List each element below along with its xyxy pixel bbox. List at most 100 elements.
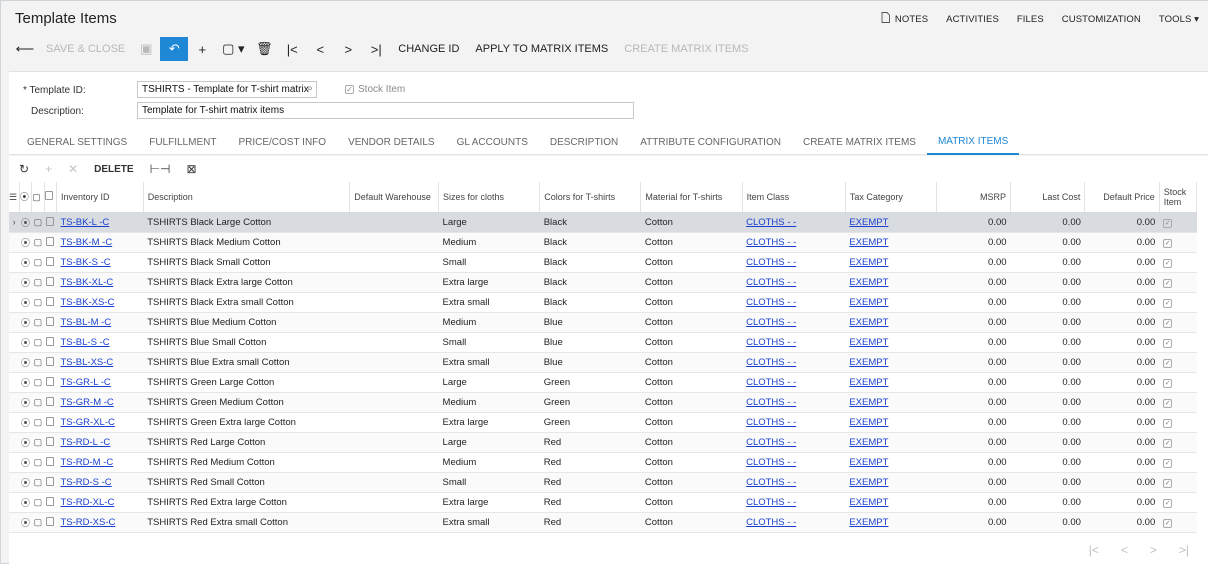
note-icon[interactable]: ▢ <box>31 432 45 453</box>
tax-category-cell[interactable]: EXEMPT <box>845 392 937 413</box>
table-row[interactable]: › ⦿ ▢ TS-BK-L -C TSHIRTS Black Large Cotton L… <box>9 212 1197 233</box>
attachment-icon[interactable]: ⦿ <box>19 392 32 413</box>
tools-menu[interactable]: TOOLS ▾ <box>1159 12 1199 26</box>
back-button[interactable]: ⟵ <box>11 37 39 61</box>
tax-category-cell[interactable]: EXEMPT <box>845 432 937 453</box>
item-class-cell[interactable]: CLOTHS - - <box>742 372 846 393</box>
inventory-id-cell[interactable]: TS-RD-L -C <box>56 432 144 453</box>
row-checkbox[interactable] <box>44 392 57 413</box>
col-colors[interactable]: Colors for T-shirts <box>539 182 642 213</box>
note-icon[interactable]: ▢ <box>31 512 45 533</box>
row-selector[interactable] <box>9 492 20 513</box>
tax-category-cell[interactable]: EXEMPT <box>845 232 937 253</box>
inventory-id-cell[interactable]: TS-GR-M -C <box>56 392 144 413</box>
table-row[interactable]: ⦿ ▢ TS-BK-XL-C TSHIRTS Black Extra large Co… <box>9 272 1197 293</box>
table-row[interactable]: ⦿ ▢ TS-RD-S -C TSHIRTS Red Small Cotton Smal… <box>9 472 1197 493</box>
item-class-cell[interactable]: CLOTHS - - <box>742 492 846 513</box>
row-selector[interactable] <box>9 272 20 293</box>
item-class-cell[interactable]: CLOTHS - - <box>742 412 846 433</box>
inventory-id-cell[interactable]: TS-BK-XS-C <box>56 292 144 313</box>
row-selector[interactable] <box>9 352 20 373</box>
inventory-id-cell[interactable]: TS-BK-L -C <box>56 212 144 233</box>
tab-create-matrix-items[interactable]: CREATE MATRIX ITEMS <box>792 129 927 155</box>
note-icon[interactable]: ▢ <box>31 492 45 513</box>
attachment-icon[interactable]: ⦿ <box>19 432 32 453</box>
first-record-button[interactable]: |< <box>278 37 306 61</box>
row-checkbox[interactable] <box>44 472 57 493</box>
col-last-cost[interactable]: Last Cost <box>1010 182 1086 213</box>
tab-attribute-configuration[interactable]: ATTRIBUTE CONFIGURATION <box>629 129 792 155</box>
col-material[interactable]: Material for T-shirts <box>640 182 743 213</box>
inventory-id-cell[interactable]: TS-BL-M -C <box>56 312 144 333</box>
row-checkbox[interactable] <box>44 312 57 333</box>
add-button[interactable]: + <box>188 37 216 61</box>
inventory-id-cell[interactable]: TS-BL-S -C <box>56 332 144 353</box>
save-button[interactable]: ▣ <box>132 37 160 61</box>
note-icon[interactable]: ▢ <box>31 352 45 373</box>
item-class-cell[interactable]: CLOTHS - - <box>742 452 846 473</box>
change-id-button[interactable]: CHANGE ID <box>390 37 467 61</box>
tax-category-cell[interactable]: EXEMPT <box>845 412 937 433</box>
col-stock-item[interactable]: Stock Item <box>1159 182 1198 213</box>
col-description[interactable]: Description <box>143 182 351 213</box>
tax-category-cell[interactable]: EXEMPT <box>845 212 937 233</box>
tax-category-cell[interactable]: EXEMPT <box>845 252 937 273</box>
item-class-cell[interactable]: CLOTHS - - <box>742 472 846 493</box>
item-class-cell[interactable]: CLOTHS - - <box>742 232 846 253</box>
note-icon[interactable]: ▢ <box>31 412 45 433</box>
activities-link[interactable]: ACTIVITIES <box>946 12 999 26</box>
row-selector[interactable] <box>9 512 20 533</box>
tax-category-cell[interactable]: EXEMPT <box>845 312 937 333</box>
attachment-icon[interactable]: ⦿ <box>19 472 32 493</box>
row-pointer-icon[interactable]: › <box>9 212 20 233</box>
apply-matrix-button[interactable]: APPLY TO MATRIX ITEMS <box>467 37 616 61</box>
inventory-id-cell[interactable]: TS-RD-M -C <box>56 452 144 473</box>
row-checkbox[interactable] <box>44 292 57 313</box>
attachment-icon[interactable]: ⦿ <box>19 372 32 393</box>
attachment-icon[interactable]: ⦿ <box>19 352 32 373</box>
item-class-cell[interactable]: CLOTHS - - <box>742 352 846 373</box>
inventory-id-cell[interactable]: TS-BK-S -C <box>56 252 144 273</box>
tab-price-cost-info[interactable]: PRICE/COST INFO <box>227 129 337 155</box>
inventory-id-cell[interactable]: TS-BK-M -C <box>56 232 144 253</box>
tax-category-cell[interactable]: EXEMPT <box>845 372 937 393</box>
table-row[interactable]: ⦿ ▢ TS-GR-XL-C TSHIRTS Green Extra large Co… <box>9 412 1197 433</box>
item-class-cell[interactable]: CLOTHS - - <box>742 432 846 453</box>
description-input[interactable]: Template for T-shirt matrix items <box>137 102 634 119</box>
table-row[interactable]: ⦿ ▢ TS-BL-S -C TSHIRTS Blue Small Cotton Sma… <box>9 332 1197 353</box>
row-checkbox[interactable] <box>44 432 57 453</box>
grid-remove-icon[interactable]: ✕ <box>68 162 78 176</box>
attachment-icon[interactable]: ⦿ <box>19 332 32 353</box>
save-close-button[interactable]: SAVE & CLOSE <box>39 37 132 61</box>
table-row[interactable]: ⦿ ▢ TS-BK-S -C TSHIRTS Black Small Cotton Sm… <box>9 252 1197 273</box>
grid-add-icon[interactable]: + <box>45 162 52 176</box>
item-class-cell[interactable]: CLOTHS - - <box>742 212 846 233</box>
row-checkbox[interactable] <box>44 212 57 233</box>
export-excel-icon[interactable]: ⊠ <box>187 162 197 176</box>
note-icon[interactable]: ▢ <box>31 372 45 393</box>
note-icon[interactable]: ▢ <box>31 472 45 493</box>
inventory-id-cell[interactable]: TS-BK-XL-C <box>56 272 144 293</box>
tab-description[interactable]: DESCRIPTION <box>539 129 629 155</box>
table-row[interactable]: ⦿ ▢ TS-RD-M -C TSHIRTS Red Medium Cotton Med… <box>9 452 1197 473</box>
tax-category-cell[interactable]: EXEMPT <box>845 512 937 533</box>
undo-button[interactable]: ↶ <box>160 37 189 61</box>
attachment-icon[interactable]: ⦿ <box>19 212 32 233</box>
tab-gl-accounts[interactable]: GL ACCOUNTS <box>446 129 539 155</box>
row-checkbox[interactable] <box>44 412 57 433</box>
tax-category-cell[interactable]: EXEMPT <box>845 292 937 313</box>
item-class-cell[interactable]: CLOTHS - - <box>742 392 846 413</box>
row-checkbox[interactable] <box>44 452 57 473</box>
select-all-checkbox[interactable] <box>44 182 58 213</box>
row-selector[interactable] <box>9 392 20 413</box>
tax-category-cell[interactable]: EXEMPT <box>845 492 937 513</box>
note-icon[interactable]: ▢ <box>31 292 45 313</box>
item-class-cell[interactable]: CLOTHS - - <box>742 512 846 533</box>
row-selector[interactable] <box>9 232 20 253</box>
inventory-id-cell[interactable]: TS-RD-XS-C <box>56 512 144 533</box>
table-row[interactable]: ⦿ ▢ TS-GR-M -C TSHIRTS Green Medium Cotton M… <box>9 392 1197 413</box>
row-checkbox[interactable] <box>44 332 57 353</box>
row-selector[interactable] <box>9 432 20 453</box>
pager-last-icon[interactable]: >| <box>1179 543 1189 557</box>
row-selector[interactable] <box>9 452 20 473</box>
